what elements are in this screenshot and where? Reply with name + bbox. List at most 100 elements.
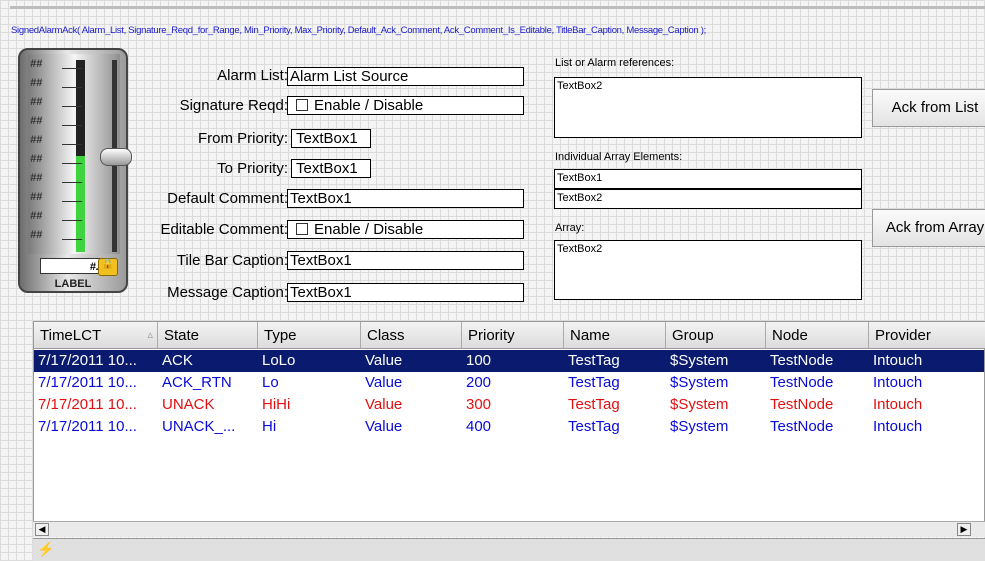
slider-handle[interactable] xyxy=(100,148,132,166)
scroll-right-icon[interactable]: ▶ xyxy=(957,523,971,536)
cell-provider: Intouch xyxy=(873,396,923,413)
column-header-group[interactable]: Group xyxy=(666,322,766,349)
cell-group: $System xyxy=(670,396,729,413)
default-comment-field[interactable]: TextBox1 xyxy=(287,189,524,208)
cell-priority: 200 xyxy=(466,374,492,391)
slider-level-fill xyxy=(76,156,85,252)
scale-mark: ## xyxy=(30,77,43,89)
scale-mark: ## xyxy=(30,58,43,70)
scale-mark: ## xyxy=(30,96,43,108)
cell-class: Value xyxy=(365,418,403,435)
scale-tick xyxy=(62,220,82,221)
cell-state: UNACK xyxy=(162,396,215,413)
title-bar-caption-label: Tile Bar Caption: xyxy=(176,252,288,269)
cell-priority: 400 xyxy=(466,418,492,435)
message-caption-field[interactable]: TextBox1 xyxy=(287,283,524,302)
scale-tick xyxy=(62,239,82,240)
list-references-field[interactable]: TextBox2 xyxy=(554,77,862,138)
to-priority-field[interactable]: TextBox1 xyxy=(291,159,371,178)
cell-state: ACK_RTN xyxy=(162,374,232,391)
column-header-state[interactable]: State xyxy=(158,322,258,349)
ack-from-array-button[interactable]: Ack from Array xyxy=(872,209,985,247)
checkbox-icon[interactable] xyxy=(296,99,308,111)
table-row[interactable]: 7/17/2011 10... ACK LoLo Value 100 TestTag $Sy… xyxy=(34,350,984,372)
cell-priority: 300 xyxy=(466,396,492,413)
slider-label: LABEL xyxy=(54,278,92,290)
scale-tick xyxy=(62,68,82,69)
column-header-priority[interactable]: Priority xyxy=(462,322,564,349)
from-priority-label: From Priority: xyxy=(198,130,288,147)
array-label: Array: xyxy=(555,222,585,234)
list-references-label: List or Alarm references: xyxy=(555,57,675,69)
table-row[interactable]: 7/17/2011 10... UNACK HiHi Value 300 TestTag $… xyxy=(34,394,984,416)
editable-comment-label: Editable Comment: xyxy=(160,221,288,238)
cell-node: TestNode xyxy=(770,352,834,369)
column-header-provider[interactable]: Provider xyxy=(869,322,985,349)
ack-from-list-button[interactable]: Ack from List xyxy=(872,89,985,127)
function-signature: SignedAlarmAck( Alarm_List, Signature_Re… xyxy=(11,25,706,36)
cell-group: $System xyxy=(670,418,729,435)
cell-timelct: 7/17/2011 10... xyxy=(38,374,137,391)
scale-mark: ## xyxy=(30,210,43,222)
scale-mark: ## xyxy=(30,172,43,184)
cell-state: UNACK_... xyxy=(162,418,236,435)
cell-name: TestTag xyxy=(568,352,620,369)
scale-tick xyxy=(62,125,82,126)
individual-element-2-field[interactable]: TextBox2 xyxy=(554,189,862,209)
cell-class: Value xyxy=(365,352,403,369)
cell-provider: Intouch xyxy=(873,418,923,435)
editable-comment-checkbox[interactable]: Enable / Disable xyxy=(287,220,524,239)
alarm-grid: TimeLCT ▵ State Type Class Priority Name Group… xyxy=(33,321,985,533)
cell-type: Hi xyxy=(262,418,277,435)
column-header-timelct[interactable]: TimeLCT ▵ xyxy=(34,322,158,349)
table-row[interactable]: 7/17/2011 10... UNACK_... Hi Value 400 TestTa… xyxy=(34,416,984,438)
cell-timelct: 7/17/2011 10... xyxy=(38,352,137,369)
signature-reqd-text: Enable / Disable xyxy=(314,97,424,114)
to-priority-label: To Priority: xyxy=(217,160,288,177)
from-priority-field[interactable]: TextBox1 xyxy=(291,129,371,148)
scale-mark: ## xyxy=(30,191,43,203)
scale-mark: ## xyxy=(30,153,43,165)
lock-icon[interactable]: 🔒 xyxy=(98,258,118,276)
scale-tick xyxy=(62,87,82,88)
cell-timelct: 7/17/2011 10... xyxy=(38,418,137,435)
signature-reqd-label: Signature Reqd: xyxy=(179,97,288,114)
column-header-node[interactable]: Node xyxy=(766,322,869,349)
alarm-list-field[interactable]: Alarm List Source xyxy=(287,67,524,86)
cell-priority: 100 xyxy=(466,352,492,369)
cell-state: ACK xyxy=(162,352,193,369)
editable-comment-text: Enable / Disable xyxy=(314,221,424,238)
cell-name: TestTag xyxy=(568,418,620,435)
column-header-type[interactable]: Type xyxy=(258,322,361,349)
sort-indicator-icon: ▵ xyxy=(147,329,153,341)
scale-tick xyxy=(62,182,82,183)
table-row[interactable]: 7/17/2011 10... ACK_RTN Lo Value 200 TestTag $… xyxy=(34,372,984,394)
vertical-slider-widget[interactable]: #################### #.# 🔒 LABEL xyxy=(18,48,132,293)
signature-reqd-checkbox[interactable]: Enable / Disable xyxy=(287,96,524,115)
cell-timelct: 7/17/2011 10... xyxy=(38,396,137,413)
scroll-left-icon[interactable]: ◀ xyxy=(35,523,49,536)
scale-mark: ## xyxy=(30,229,43,241)
cell-name: TestTag xyxy=(568,396,620,413)
array-field[interactable]: TextBox2 xyxy=(554,240,862,300)
checkbox-icon[interactable] xyxy=(296,223,308,235)
horizontal-scrollbar[interactable]: ◀ ▶ xyxy=(33,521,985,537)
scale-tick xyxy=(62,201,82,202)
scale-mark: ## xyxy=(30,134,43,146)
column-header-name[interactable]: Name xyxy=(564,322,666,349)
cell-node: TestNode xyxy=(770,374,834,391)
column-header-class[interactable]: Class xyxy=(361,322,462,349)
default-comment-label: Default Comment: xyxy=(167,190,288,207)
alarm-list-label: Alarm List: xyxy=(217,67,288,84)
lightning-icon: ⚡ xyxy=(37,541,55,557)
cell-type: Lo xyxy=(262,374,279,391)
cell-provider: Intouch xyxy=(873,374,923,391)
scale-tick xyxy=(62,163,82,164)
cell-provider: Intouch xyxy=(873,352,923,369)
title-bar-caption-field[interactable]: TextBox1 xyxy=(287,251,524,270)
cell-node: TestNode xyxy=(770,396,834,413)
cell-type: HiHi xyxy=(262,396,291,413)
top-border xyxy=(10,6,985,9)
individual-element-1-field[interactable]: TextBox1 xyxy=(554,169,862,189)
individual-elements-label: Individual Array Elements: xyxy=(555,151,683,163)
